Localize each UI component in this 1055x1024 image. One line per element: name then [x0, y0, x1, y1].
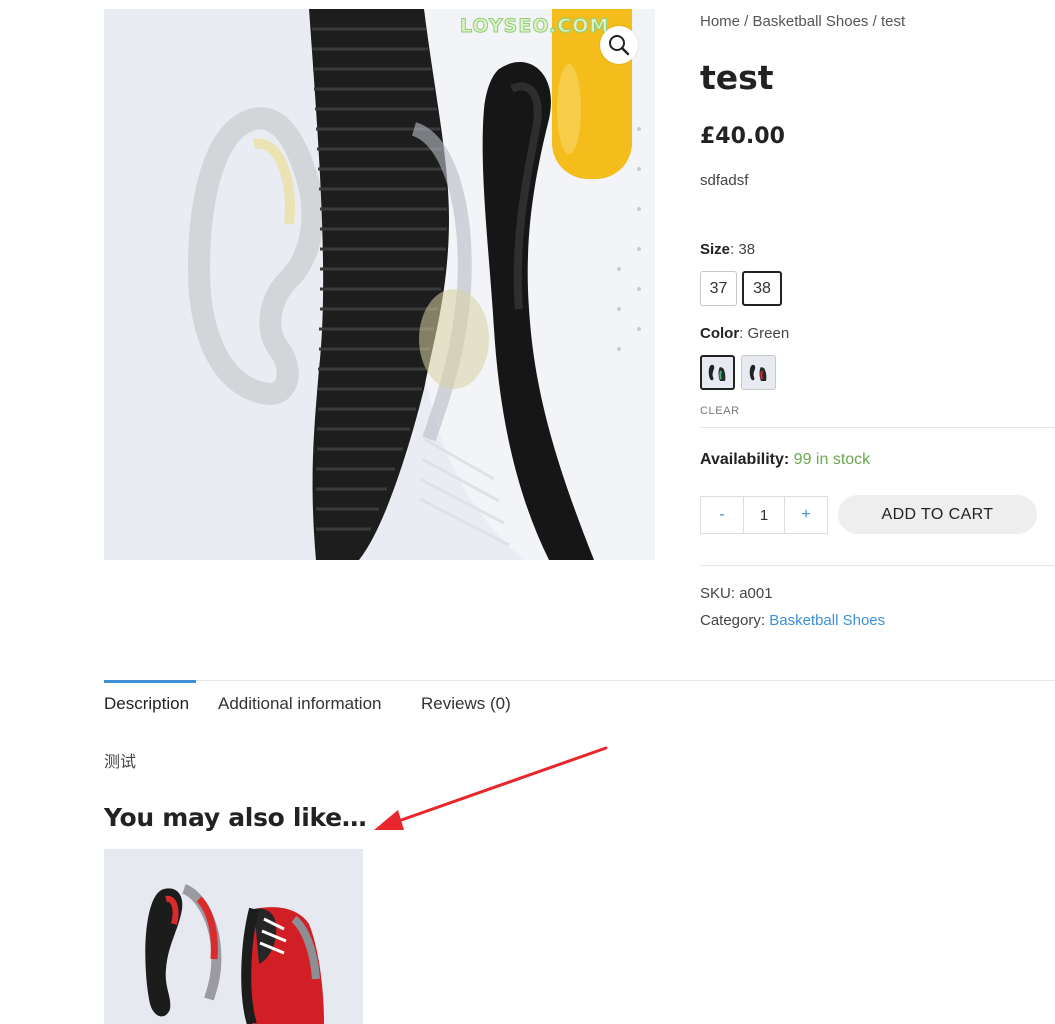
size-selected-value: 38 — [738, 241, 756, 258]
product-image[interactable]: LOYSEO.COM — [104, 9, 655, 560]
clear-selection-link[interactable]: CLEAR — [700, 405, 740, 417]
green-shoe-thumbnail-icon — [708, 364, 725, 381]
availability-label: Availability: — [700, 451, 790, 468]
zoom-button[interactable] — [600, 26, 638, 64]
product-category: Category: Basketball Shoes — [700, 612, 885, 629]
stock-status: 99 in stock — [793, 451, 871, 468]
color-label-text: Color — [700, 325, 740, 342]
shoe-sole-illustration — [104, 9, 655, 560]
color-selected-value: Green — [747, 325, 790, 342]
product-title: test — [700, 58, 774, 97]
quantity-stepper: - 1 + — [700, 496, 828, 534]
related-products-title: You may also like… — [104, 803, 367, 832]
breadcrumb-separator: / — [740, 13, 753, 30]
watermark: LOYSEO.COM — [459, 15, 610, 38]
color-swatch-red[interactable] — [741, 355, 776, 390]
breadcrumb-category[interactable]: Basketball Shoes — [753, 13, 869, 30]
quantity-increase-button[interactable]: + — [785, 497, 827, 533]
tab-description[interactable]: Description — [104, 694, 189, 714]
product-price: £40.00 — [700, 124, 785, 149]
divider — [700, 565, 1055, 566]
breadcrumb: Home / Basketball Shoes / test — [700, 13, 905, 30]
add-to-cart-button[interactable]: ADD TO CART — [838, 495, 1037, 534]
product-sku: SKU: a001 — [700, 585, 773, 602]
red-shoe-thumbnail-icon — [749, 364, 766, 381]
related-product-image — [104, 849, 363, 1024]
color-swatch-green[interactable] — [700, 355, 735, 390]
size-swatch-37[interactable]: 37 — [700, 271, 737, 306]
annotation-arrow-icon — [374, 746, 608, 830]
breadcrumb-separator: / — [868, 13, 881, 30]
quantity-decrease-button[interactable]: - — [701, 497, 743, 533]
quantity-input[interactable]: 1 — [743, 497, 785, 533]
size-swatch-38[interactable]: 38 — [742, 271, 782, 306]
category-label: Category: — [700, 612, 766, 629]
tabs-divider — [104, 680, 1055, 681]
description-content: 测试 — [104, 752, 137, 771]
sku-label: SKU: — [700, 585, 736, 602]
breadcrumb-current: test — [880, 13, 906, 30]
magnifier-icon — [609, 35, 630, 56]
product-short-description: sdfadsf — [700, 172, 749, 189]
size-label-text: Size — [700, 241, 731, 258]
tab-reviews[interactable]: Reviews (0) — [421, 694, 511, 714]
color-attribute-label: Color: Green — [700, 325, 790, 342]
related-product-card[interactable] — [104, 849, 363, 1024]
availability: Availability: 99 in stock — [700, 451, 870, 469]
divider — [700, 427, 1055, 428]
size-attribute-label: Size: 38 — [700, 241, 756, 258]
breadcrumb-home[interactable]: Home — [700, 13, 740, 30]
category-link[interactable]: Basketball Shoes — [769, 612, 885, 629]
active-tab-indicator — [104, 680, 196, 683]
tab-additional-information[interactable]: Additional information — [218, 694, 381, 714]
sku-value: a001 — [739, 585, 773, 602]
